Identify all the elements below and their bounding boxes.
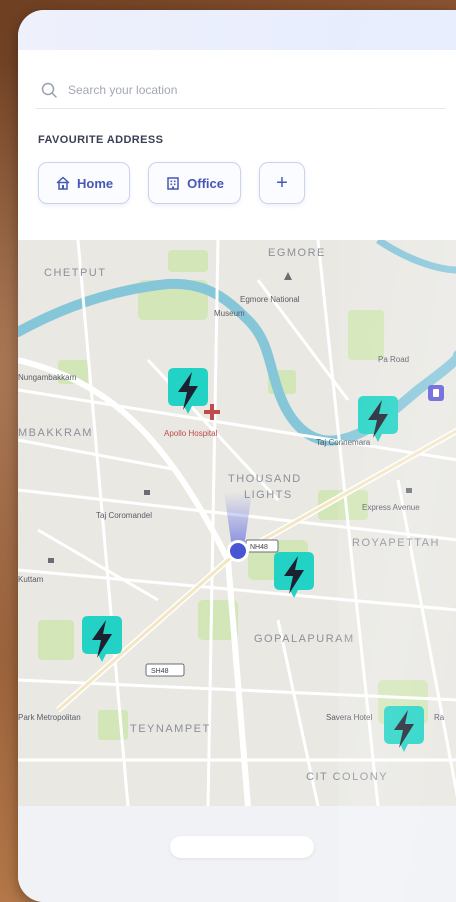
favourite-address-title: FAVOURITE ADDRESS (38, 134, 164, 146)
search-bar[interactable] (36, 72, 446, 109)
add-favourite-button[interactable]: + (258, 162, 305, 204)
area-label: THOUSAND (228, 473, 302, 485)
area-label: TEYNAMPET (130, 723, 211, 735)
favourite-chips: Home Office + (38, 162, 305, 204)
favourite-office-button[interactable]: Office (148, 162, 241, 204)
place-label: Museum (214, 309, 245, 318)
place-label: Park Metropolitan (18, 713, 81, 722)
place-label: Pa Road (378, 355, 409, 364)
place-label: Savera Hotel (326, 713, 372, 722)
phone-screen: FAVOURITE ADDRESS Home (18, 10, 456, 902)
place-label: Taj Coromandel (96, 511, 152, 520)
plus-icon: + (276, 172, 288, 194)
map-canvas[interactable]: EGMORE CHETPUT MBAKKRAM THOUSAND LIGHTS … (18, 240, 456, 806)
office-building-icon (167, 177, 179, 190)
area-label: MBAKKRAM (18, 427, 93, 439)
road-shield-label: SH48 (151, 668, 169, 675)
place-label: Express Avenue (362, 503, 420, 512)
bottom-panel (18, 806, 456, 902)
status-bar (18, 10, 456, 50)
hotel-icon (144, 490, 150, 495)
home-icon (56, 176, 70, 190)
area-label: EGMORE (268, 247, 326, 259)
place-label: Egmore National (240, 295, 300, 304)
place-label: Kuttam (18, 575, 44, 584)
place-label: Nungambakkam (18, 373, 77, 382)
metro-glyph-icon (433, 389, 439, 397)
place-label: Ra (434, 713, 445, 722)
area-label: CIT COLONY (306, 771, 388, 783)
road-shield-label: NH48 (250, 544, 268, 551)
location-card: FAVOURITE ADDRESS Home (18, 50, 456, 240)
search-input[interactable] (66, 82, 430, 98)
bus-stop-icon (48, 558, 54, 563)
map-view[interactable]: EGMORE CHETPUT MBAKKRAM THOUSAND LIGHTS … (18, 240, 456, 806)
home-indicator[interactable] (170, 836, 314, 858)
favourite-home-label: Home (77, 175, 114, 191)
favourite-office-label: Office (187, 175, 224, 191)
area-label: CHETPUT (44, 267, 106, 279)
place-label: Apollo Hospital (164, 429, 218, 438)
area-label: ROYAPETTAH (352, 537, 440, 549)
place-label: Taj Connemara (316, 438, 371, 447)
search-icon (41, 82, 57, 98)
area-label: GOPALAPURAM (254, 633, 355, 645)
favourite-home-button[interactable]: Home (38, 162, 131, 204)
shop-icon (406, 488, 412, 493)
